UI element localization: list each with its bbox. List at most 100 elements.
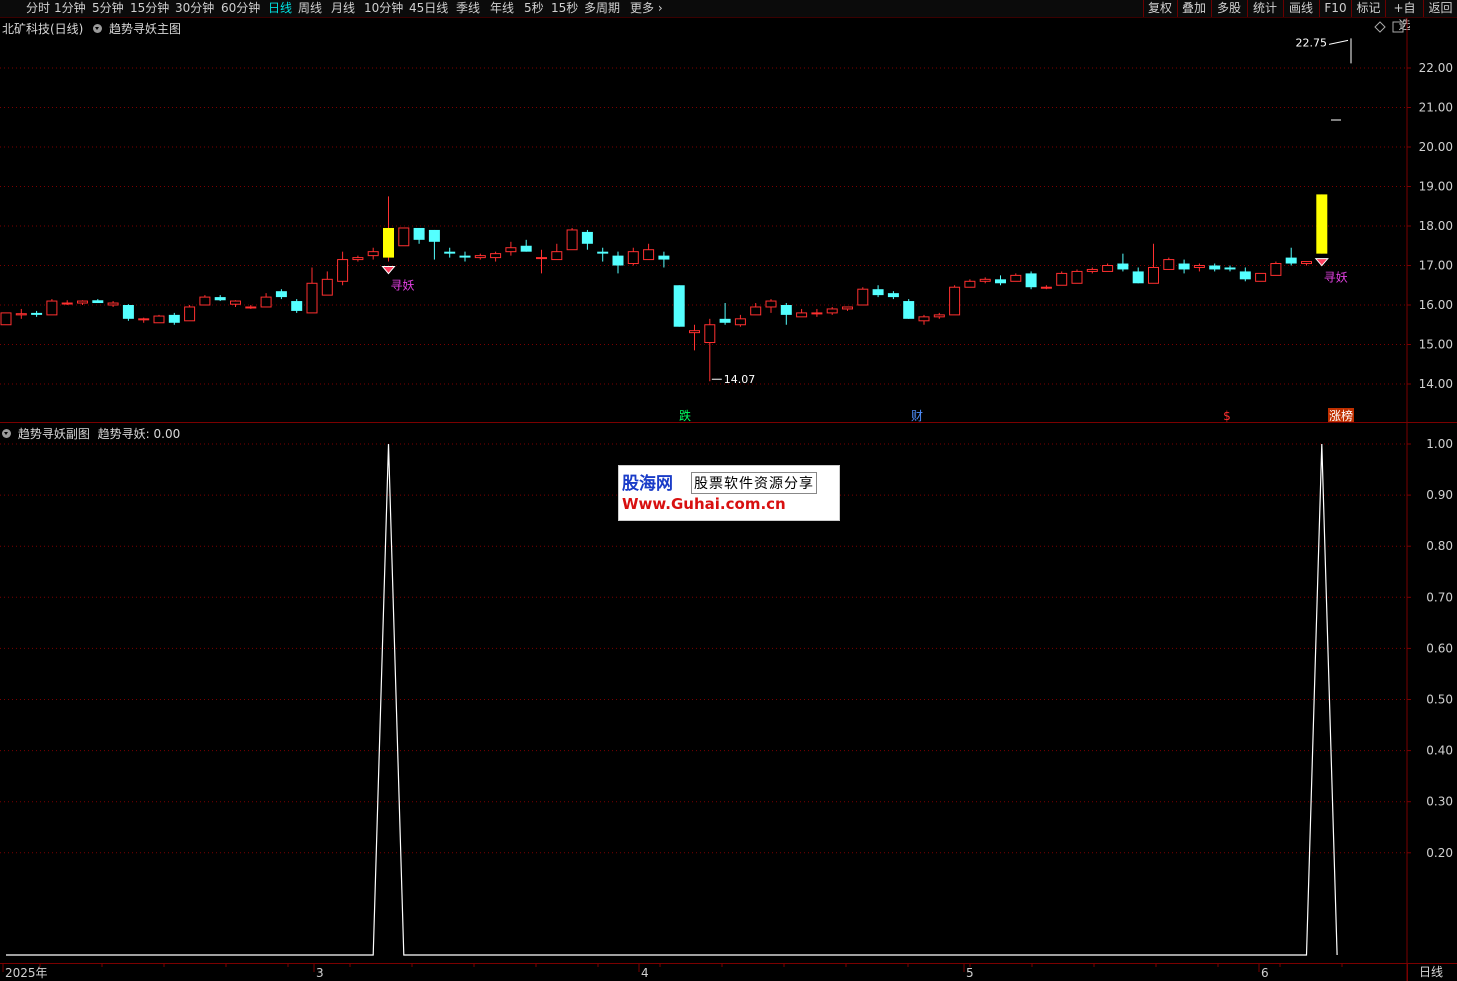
candle-body xyxy=(689,330,700,334)
candle-body xyxy=(872,289,884,296)
price-axis-label: 14.00 xyxy=(1419,377,1453,391)
candle-body xyxy=(1285,257,1297,264)
candle-body xyxy=(184,306,196,322)
candle-body xyxy=(765,300,777,308)
signal-label: 寻妖 xyxy=(391,279,415,293)
candle-body xyxy=(1086,268,1098,272)
date-label: 6 xyxy=(1261,966,1269,980)
candle-body xyxy=(367,251,379,257)
signal-label: 寻妖 xyxy=(1324,271,1348,285)
candle-body xyxy=(1224,267,1236,270)
candle-body xyxy=(153,315,165,324)
candle-body xyxy=(107,302,119,306)
candle-body xyxy=(1301,261,1312,265)
candle-body xyxy=(505,247,517,253)
candle-body xyxy=(673,285,685,327)
watermark-url: Www.Guhai.com.cn xyxy=(622,495,786,513)
sub-axis-label: 0.40 xyxy=(1426,744,1453,758)
candle-body xyxy=(122,305,134,319)
candle-body xyxy=(842,306,853,310)
candle-body xyxy=(1255,272,1267,282)
price-axis-label: 22.00 xyxy=(1419,61,1453,75)
sub-axis-label: 0.60 xyxy=(1426,641,1453,655)
candle-body xyxy=(428,229,440,242)
sub-axis-label: 0.30 xyxy=(1426,795,1453,809)
candle-body xyxy=(138,318,150,321)
event-marker: 跌 xyxy=(679,408,691,423)
sub-axis-label: 0.90 xyxy=(1426,488,1453,502)
candle-body xyxy=(857,288,869,306)
candle-body xyxy=(597,251,609,254)
candle-body xyxy=(230,300,241,305)
candle-body xyxy=(459,255,471,258)
candle-body xyxy=(826,308,838,314)
candle-body xyxy=(306,282,318,314)
candle-body xyxy=(658,255,670,260)
candle-body xyxy=(383,227,394,258)
candle-body xyxy=(77,300,88,304)
date-label: 2025年 xyxy=(5,966,48,980)
candle-body xyxy=(780,305,792,315)
candle-body xyxy=(1025,273,1037,288)
diamond-icon xyxy=(1374,21,1386,33)
sub-axis-label: 0.70 xyxy=(1426,590,1453,604)
candle-body xyxy=(551,251,563,261)
event-marker: $ xyxy=(1223,409,1231,423)
candle-body xyxy=(1163,259,1175,270)
candle-body xyxy=(581,231,593,244)
price-axis-label: 17.00 xyxy=(1419,259,1453,273)
min-price-label: 14.07 xyxy=(724,373,756,386)
candle-body xyxy=(1117,263,1129,270)
candle-body xyxy=(398,227,410,247)
candle-body xyxy=(245,306,257,309)
candle-body xyxy=(0,312,12,326)
event-marker: 财 xyxy=(911,409,923,423)
candle-body xyxy=(31,312,43,315)
candle-body xyxy=(1270,263,1282,276)
sub-axis-label: 0.80 xyxy=(1426,539,1453,553)
sub-axis-label: 0.20 xyxy=(1426,846,1453,860)
watermark-brand: 股海网 xyxy=(622,474,673,494)
price-axis-label: 18.00 xyxy=(1419,219,1453,233)
watermark-slogan: 股票软件资源分享 xyxy=(691,472,817,494)
event-marker: 涨榜 xyxy=(1329,408,1353,423)
candle-body xyxy=(15,313,27,316)
candle-body xyxy=(92,300,104,304)
date-label: 4 xyxy=(641,966,649,980)
candle-body xyxy=(214,297,226,301)
candle-body xyxy=(903,301,915,319)
signal-diamond-icon xyxy=(381,266,396,275)
price-axis-label: 21.00 xyxy=(1419,101,1453,115)
candle-body xyxy=(750,306,762,316)
candle-body xyxy=(933,314,945,318)
candle-body xyxy=(1316,194,1328,254)
candle-body xyxy=(1132,271,1144,284)
candle-body xyxy=(1010,274,1022,282)
date-label: 5 xyxy=(966,966,974,980)
sub-axis-label: 1.00 xyxy=(1426,437,1453,451)
candle-body xyxy=(291,301,303,311)
candle-body xyxy=(1239,271,1251,280)
window-icon xyxy=(1392,21,1404,33)
candle-body xyxy=(612,255,624,266)
candle-body xyxy=(949,286,961,316)
price-axis-label: 15.00 xyxy=(1419,338,1453,352)
candle-body xyxy=(321,278,333,296)
candle-body xyxy=(979,278,991,282)
candle-body xyxy=(352,257,364,261)
candle-body xyxy=(46,300,58,316)
candle-body xyxy=(536,257,547,260)
candle-body xyxy=(1071,270,1083,284)
price-axis-label: 16.00 xyxy=(1419,298,1453,312)
candle-body xyxy=(734,318,746,326)
candle-body xyxy=(474,255,486,259)
candle-body xyxy=(1178,263,1190,270)
candle-body xyxy=(887,293,899,298)
sub-axis-label: 0.50 xyxy=(1426,693,1453,707)
date-label: 3 xyxy=(316,966,324,980)
candle-body xyxy=(520,245,532,252)
period-label[interactable]: 日线 xyxy=(1407,963,1454,981)
max-arrow xyxy=(1328,39,1349,45)
price-axis-label: 19.00 xyxy=(1419,180,1453,194)
candle-body xyxy=(1102,265,1114,272)
